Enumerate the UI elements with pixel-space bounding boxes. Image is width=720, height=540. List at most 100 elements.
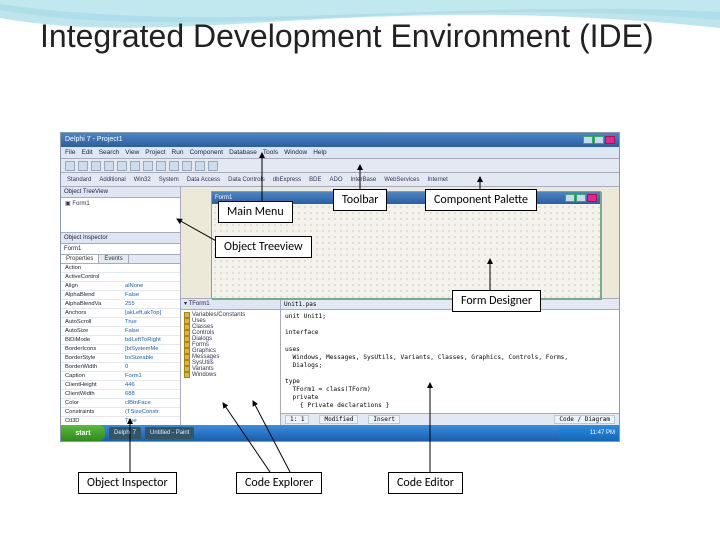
palette-tab[interactable]: Win32 xyxy=(132,177,153,183)
code-explorer-root[interactable]: ▾ TForm1 xyxy=(181,299,280,310)
property-row[interactable]: CaptionForm1 xyxy=(61,372,180,381)
palette-tab[interactable]: ADO xyxy=(328,177,345,183)
property-value[interactable]: bdLeftToRight xyxy=(123,337,180,343)
toolbar-button[interactable] xyxy=(182,161,192,171)
close-button[interactable] xyxy=(605,136,615,144)
menu-item[interactable]: Component xyxy=(189,149,223,156)
code-diagram-tabs[interactable]: Code / Diagram xyxy=(554,415,615,424)
code-editor-body[interactable]: unit Unit1; interface uses Windows, Mess… xyxy=(281,310,619,413)
form-close-icon[interactable] xyxy=(587,194,597,202)
property-value[interactable]: bsSizeable xyxy=(123,355,180,361)
code-explorer-node[interactable]: Windows xyxy=(184,372,277,378)
folder-icon xyxy=(184,372,190,378)
property-row[interactable]: ColorclBtnFace xyxy=(61,399,180,408)
property-value[interactable]: 446 xyxy=(123,382,180,388)
property-value[interactable]: [biSystemMe xyxy=(123,346,180,352)
toolbar-button[interactable] xyxy=(117,161,127,171)
palette-tab[interactable]: Data Access xyxy=(185,177,222,183)
inspector-tab-events[interactable]: Events xyxy=(99,255,128,263)
property-name: ClientHeight xyxy=(61,382,123,388)
toolbar-button[interactable] xyxy=(65,161,75,171)
property-row[interactable]: Anchors[akLeft,akTop] xyxy=(61,309,180,318)
property-value[interactable]: True xyxy=(123,319,180,325)
property-row[interactable]: BorderWidth0 xyxy=(61,363,180,372)
inspector-tab-properties[interactable]: Properties xyxy=(61,255,99,263)
property-grid: ActionActiveControlAlignalNoneAlphaBlend… xyxy=(61,264,180,425)
toolbar-button[interactable] xyxy=(156,161,166,171)
maximize-button[interactable] xyxy=(594,136,604,144)
menu-item[interactable]: Window xyxy=(284,149,307,156)
toolbar-button[interactable] xyxy=(195,161,205,171)
property-row[interactable]: ClientHeight446 xyxy=(61,381,180,390)
property-value[interactable]: clBtnFace xyxy=(123,400,180,406)
property-row[interactable]: ActiveControl xyxy=(61,273,180,282)
property-value[interactable]: 0 xyxy=(123,364,180,370)
property-name: Action xyxy=(61,265,123,271)
taskbar-item[interactable]: Untitled - Paint xyxy=(145,427,194,439)
callout-object-treeview: Object Treeview xyxy=(215,236,312,258)
start-button[interactable]: start xyxy=(61,425,105,441)
code-editor-tab[interactable]: Unit1.pas xyxy=(284,299,317,309)
property-row[interactable]: AutoSizeFalse xyxy=(61,327,180,336)
property-value[interactable]: [akLeft,akTop] xyxy=(123,310,180,316)
menu-item[interactable]: Run xyxy=(172,149,184,156)
toolbar-button[interactable] xyxy=(78,161,88,171)
property-row[interactable]: Action xyxy=(61,264,180,273)
property-row[interactable]: AlignalNone xyxy=(61,282,180,291)
taskbar: start Delphi 7 Untitled - Paint 11:47 PM xyxy=(61,425,619,441)
palette-tab[interactable]: Standard xyxy=(65,177,93,183)
toolbar-button[interactable] xyxy=(91,161,101,171)
toolbar xyxy=(61,159,619,173)
toolbar-button[interactable] xyxy=(130,161,140,171)
property-row[interactable]: BiDiModebdLeftToRight xyxy=(61,336,180,345)
toolbar-button[interactable] xyxy=(169,161,179,171)
arrow-icon xyxy=(174,216,218,242)
minimize-button[interactable] xyxy=(583,136,593,144)
palette-tab[interactable]: BDE xyxy=(307,177,323,183)
property-row[interactable]: AutoScrollTrue xyxy=(61,318,180,327)
slide-title: Integrated Development Environment (IDE) xyxy=(40,18,654,55)
property-value[interactable]: alNone xyxy=(123,283,180,289)
palette-tab[interactable]: Internet xyxy=(425,177,449,183)
arrow-icon xyxy=(350,162,370,190)
ide-screenshot: Delphi 7 - Project1 File Edit Search Vie… xyxy=(60,132,620,442)
toolbar-button[interactable] xyxy=(143,161,153,171)
form-minimize-icon[interactable] xyxy=(565,194,575,202)
inspector-target[interactable]: Form1 xyxy=(61,244,180,255)
property-row[interactable]: AlphaBlendFalse xyxy=(61,291,180,300)
property-row[interactable]: BorderIcons[biSystemMe xyxy=(61,345,180,354)
property-value[interactable]: Form1 xyxy=(123,373,180,379)
property-value[interactable]: False xyxy=(123,292,180,298)
menu-item[interactable]: Project xyxy=(145,149,165,156)
menu-item[interactable]: Search xyxy=(99,149,120,156)
tree-node[interactable]: ▣ Form1 xyxy=(65,200,176,207)
property-name: Constraints xyxy=(61,409,123,415)
system-tray[interactable]: 11:47 PM xyxy=(559,425,619,441)
property-value[interactable]: 688 xyxy=(123,391,180,397)
object-treeview-title: Object TreeView xyxy=(61,187,180,198)
callout-code-explorer: Code Explorer xyxy=(236,472,322,494)
menu-item[interactable]: Help xyxy=(313,149,326,156)
property-name: BorderStyle xyxy=(61,355,123,361)
main-menu[interactable]: File Edit Search View Project Run Compon… xyxy=(61,147,619,159)
toolbar-button[interactable] xyxy=(104,161,114,171)
form-maximize-icon[interactable] xyxy=(576,194,586,202)
property-value[interactable]: (TSizeConstr xyxy=(123,409,180,415)
property-row[interactable]: BorderStylebsSizeable xyxy=(61,354,180,363)
property-value[interactable]: 255 xyxy=(123,301,180,307)
property-row[interactable]: AlphaBlendVa255 xyxy=(61,300,180,309)
code-editor[interactable]: Unit1.pas unit Unit1; interface uses Win… xyxy=(281,299,619,425)
property-row[interactable]: ClientWidth688 xyxy=(61,390,180,399)
property-name: BorderWidth xyxy=(61,364,123,370)
palette-tab[interactable]: System xyxy=(157,177,181,183)
menu-item[interactable]: Edit xyxy=(81,149,92,156)
menu-item[interactable]: View xyxy=(125,149,139,156)
toolbar-button[interactable] xyxy=(208,161,218,171)
property-value[interactable]: False xyxy=(123,328,180,334)
palette-tab[interactable]: WebServices xyxy=(382,177,421,183)
property-name: Anchors xyxy=(61,310,123,316)
palette-tab[interactable]: Additional xyxy=(97,177,127,183)
arrow-icon xyxy=(470,174,490,190)
callout-component-palette: Component Palette xyxy=(425,189,537,211)
menu-item[interactable]: File xyxy=(65,149,75,156)
